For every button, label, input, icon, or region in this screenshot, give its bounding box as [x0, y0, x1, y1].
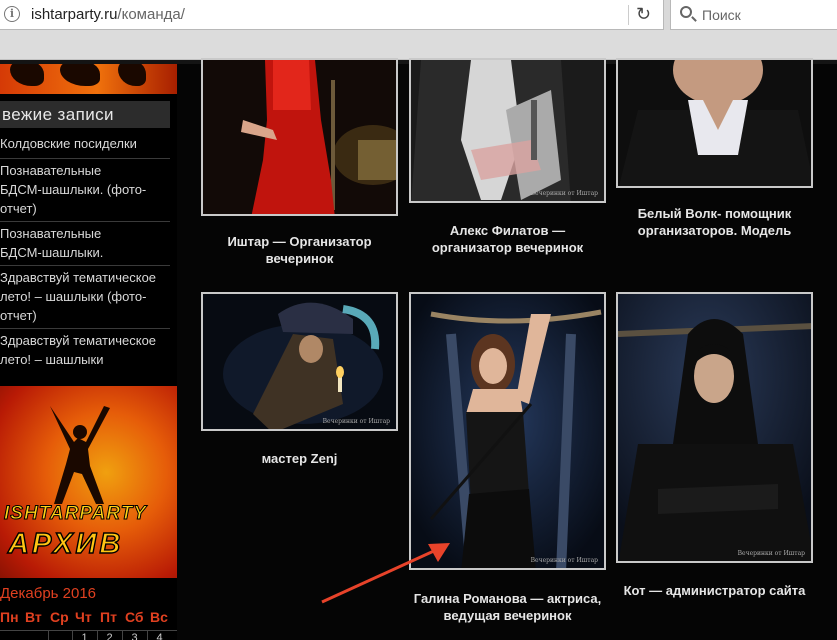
url-domain: ishtarparty.ru	[31, 6, 118, 23]
recent-post-link[interactable]: Здравствуй тематическое лето! – шашлыки (…	[0, 266, 170, 329]
url-text[interactable]: ishtarparty.ru/команда/	[31, 6, 185, 23]
caption-line: Кот — администратор сайта	[623, 583, 806, 598]
divider	[628, 5, 629, 25]
weekday-label: Вт	[25, 609, 42, 625]
calendar-month: Декабрь 2016	[0, 585, 97, 602]
post-label: БДСМ-шашлыки. (фото-	[0, 182, 147, 197]
photo-watermark: Вечеринки от Иштар	[322, 418, 390, 425]
calendar-row: 1 2 3 4	[0, 630, 177, 640]
weekday-label: Пт	[100, 609, 117, 625]
team-photo-galina[interactable]: Вечеринки от Иштар	[409, 292, 606, 570]
calendar-day[interactable]: 3	[122, 631, 146, 640]
recent-post-link[interactable]: Познавательные БДСМ-шашлыки.	[0, 222, 170, 266]
team-caption: мастер Zenj	[201, 450, 398, 467]
recent-posts-list: Колдовские посиделки Познавательные БДСМ-…	[0, 132, 170, 372]
team-photo-beliy-volk[interactable]	[616, 58, 813, 188]
url-path: /команда/	[117, 6, 185, 23]
caption-line: Иштар — Организатор	[227, 234, 372, 249]
calendar-day[interactable]: 2	[97, 631, 121, 640]
reload-icon[interactable]: ↻	[636, 4, 651, 24]
post-label: Познавательные	[0, 163, 102, 178]
caption-line: ведущая вечеринок	[443, 608, 572, 623]
photo-image	[411, 294, 604, 568]
recent-post-link[interactable]: Здравствуй тематическое лето! – шашлыки	[0, 329, 170, 372]
calendar-day	[48, 631, 72, 640]
team-caption: Иштар — Организатор вечеринок	[201, 233, 398, 267]
caption-line: Белый Волк- помощник	[637, 206, 792, 221]
weekday-label: Пн	[0, 609, 19, 625]
photo-watermark: Вечеринки от Иштар	[530, 557, 598, 564]
post-label: Колдовские посиделки	[0, 136, 137, 151]
post-label: БДСМ-шашлыки.	[0, 245, 104, 260]
archive-banner-title: ISHTARPARTY	[4, 503, 147, 525]
recent-posts-title: вежие записи	[0, 101, 170, 128]
post-label: Познавательные	[0, 226, 102, 241]
team-photo-kot[interactable]: Вечеринки от Иштар	[616, 292, 813, 563]
calendar-day[interactable]: 1	[72, 631, 96, 640]
search-icon	[680, 6, 692, 18]
post-label: отчет)	[0, 201, 37, 216]
address-bar[interactable]: i ishtarparty.ru/команда/ ↻	[0, 0, 664, 30]
archive-banner[interactable]: ISHTARPARTY АРХИВ	[0, 386, 177, 578]
photo-image	[203, 294, 396, 429]
weekday-label: Сб	[125, 609, 144, 625]
bookmarks-bar	[0, 30, 837, 60]
post-label: Здравствуй тематическое	[0, 333, 157, 348]
recent-post-link[interactable]: Колдовские посиделки	[0, 132, 170, 159]
photo-image	[411, 60, 604, 201]
search-input[interactable]: Поиск	[670, 0, 837, 30]
team-photo-ishtar[interactable]	[201, 58, 398, 216]
header-banner-image	[0, 64, 177, 94]
calendar-day[interactable]: 4	[147, 631, 171, 640]
weekday-label: Ср	[50, 609, 69, 625]
archive-banner-subtitle: АРХИВ	[7, 527, 124, 560]
weekday-label: Чт	[75, 609, 92, 625]
team-caption: Белый Волк- помощник организаторов. Модел…	[616, 205, 813, 239]
team-caption: Кот — администратор сайта	[616, 582, 813, 599]
browser-chrome: i ishtarparty.ru/команда/ ↻ Поиск	[0, 0, 837, 64]
caption-line: организаторов. Модель	[637, 223, 792, 238]
team-photo-zenj[interactable]: Вечеринки от Иштар	[201, 292, 398, 431]
caption-line: организатор вечеринок	[431, 240, 584, 255]
team-caption: Алекс Филатов — организатор вечеринок	[409, 222, 606, 256]
caption-line: вечеринок	[265, 251, 334, 266]
photo-watermark: Вечеринки от Иштар	[530, 190, 598, 197]
post-label: Здравствуй тематическое	[0, 270, 157, 285]
photo-watermark: Вечеринки от Иштар	[737, 550, 805, 557]
dancer-silhouette-icon	[50, 406, 110, 504]
annotation-arrow-icon	[321, 543, 450, 604]
photo-image	[203, 60, 396, 214]
calendar-weekdays: Пн Вт Ср Чт Пт Сб Вс	[0, 609, 177, 625]
sidebar: вежие записи Колдовские посиделки Познав…	[0, 64, 177, 640]
post-label: отчет)	[0, 308, 37, 323]
photo-image	[618, 294, 811, 561]
caption-line: мастер Zenj	[261, 451, 338, 466]
recent-post-link[interactable]: Познавательные БДСМ-шашлыки. (фото-отчет)	[0, 159, 170, 222]
weekday-label: Вс	[150, 609, 168, 625]
post-label: лето! – шашлыки (фото-	[0, 289, 147, 304]
team-photo-alex[interactable]: Вечеринки от Иштар	[409, 58, 606, 203]
search-placeholder: Поиск	[702, 7, 741, 23]
post-label: лето! – шашлыки	[0, 352, 104, 367]
caption-line: Алекс Филатов —	[449, 223, 566, 238]
photo-image	[618, 60, 811, 186]
info-icon[interactable]: i	[4, 6, 20, 22]
